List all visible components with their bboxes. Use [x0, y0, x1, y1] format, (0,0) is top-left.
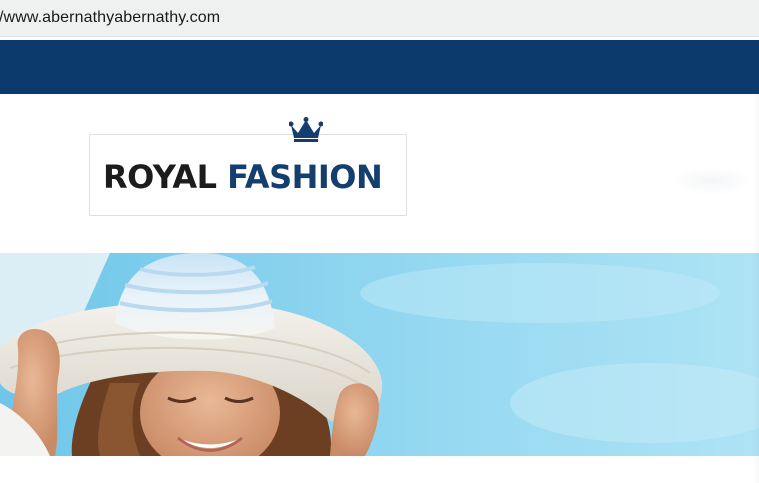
below-hero-area — [0, 456, 759, 483]
site-header: ROYAL FASHION — [0, 94, 759, 253]
url-text[interactable]: /www.abernathyabernathy.com — [0, 9, 220, 27]
logo-text: ROYAL FASHION — [103, 157, 383, 197]
address-bar[interactable]: /www.abernathyabernathy.com — [0, 0, 759, 37]
crown-icon — [289, 117, 323, 142]
page-right-edge — [753, 94, 759, 483]
logo-word-royal: ROYAL — [103, 158, 217, 196]
hero-banner[interactable] — [0, 253, 759, 456]
woman-in-sun-hat-image — [0, 253, 759, 456]
header-faded-element — [672, 166, 752, 196]
top-navigation-bar — [0, 40, 759, 94]
browser-page: /www.abernathyabernathy.com ROYAL FASHIO… — [0, 0, 759, 483]
site-logo[interactable]: ROYAL FASHION — [89, 117, 407, 216]
logo-word-fashion: FASHION — [227, 158, 383, 196]
